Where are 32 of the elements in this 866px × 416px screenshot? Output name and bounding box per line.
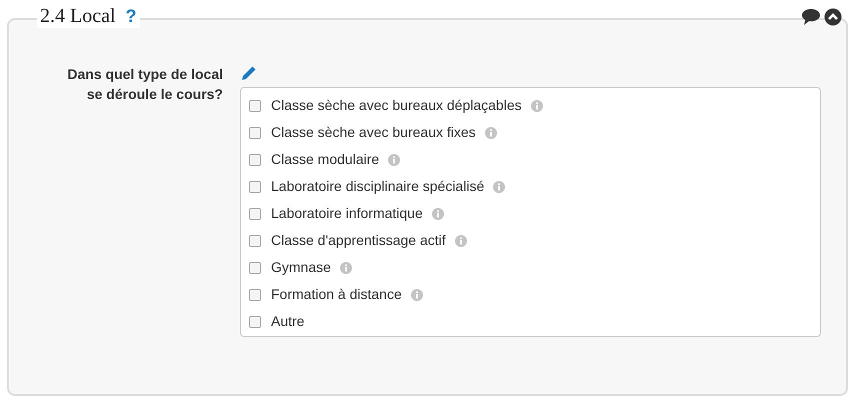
question-label: Dans quel type de local se déroule le cours? (66, 65, 223, 104)
option-label: Classe modulaire (271, 150, 380, 169)
option-label: Formation à distance (271, 285, 402, 304)
info-icon[interactable] (484, 126, 497, 138)
option-label: Laboratoire informatique (271, 204, 423, 223)
checkbox[interactable] (249, 262, 261, 274)
pencil-icon[interactable] (241, 65, 257, 81)
info-icon[interactable] (454, 234, 467, 246)
info-icon[interactable] (410, 288, 423, 300)
checkbox[interactable] (249, 126, 261, 138)
option-label: Laboratoire disciplinaire spécialisé (271, 177, 484, 196)
option-label: Autre (271, 312, 304, 331)
option-label: Classe sèche avec bureaux déplaçables (271, 96, 522, 115)
checkbox[interactable] (249, 316, 261, 328)
info-icon[interactable] (530, 100, 543, 112)
checkbox[interactable] (249, 208, 261, 220)
option-label: Gymnase (271, 258, 331, 277)
section-title: 2.4 Local (40, 6, 116, 26)
checkbox[interactable] (249, 288, 261, 300)
option-label: Classe sèche avec bureaux fixes (271, 123, 476, 142)
collapse-icon[interactable] (824, 8, 842, 26)
info-icon[interactable] (388, 154, 400, 166)
info-icon[interactable] (432, 208, 444, 220)
checkbox[interactable] (249, 180, 261, 192)
checkbox[interactable] (249, 234, 261, 246)
checkbox[interactable] (249, 154, 261, 166)
info-icon[interactable] (340, 262, 352, 274)
option-label: Classe d'apprentissage actif (271, 231, 446, 250)
info-icon[interactable] (493, 180, 506, 192)
comment-icon[interactable] (801, 8, 821, 26)
checkbox[interactable] (249, 100, 261, 112)
help-link[interactable]: ? (126, 7, 137, 25)
